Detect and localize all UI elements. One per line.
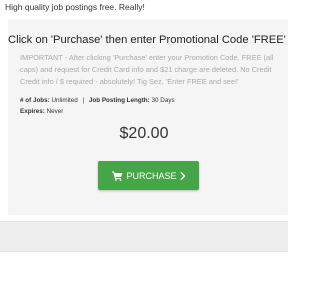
purchase-button[interactable]: PURCHASE [98,161,199,190]
posting-length-value: 30 Days [151,97,175,104]
shopping-cart-icon [112,171,123,181]
expires-label: Expires: [20,108,45,115]
important-notice: IMPORTANT - After clicking 'Purchase' en… [20,53,274,86]
pricing-card: Click on 'Purchase' then enter Promotion… [8,19,288,215]
card-title: Click on 'Purchase' then enter Promotion… [8,34,286,46]
jobs-value: Unlimited [51,97,78,104]
job-meta-line: # of Jobs: Unlimited | Job Posting Lengt… [20,97,175,104]
price: $20.00 [119,125,169,142]
meta-separator: | [82,97,85,104]
footer-strip [0,221,288,252]
tagline: High quality job postings free. Really! [5,2,145,12]
purchase-label: PURCHASE [126,170,177,181]
posting-length-label: Job Posting Length: [88,97,150,104]
chevron-right-icon [179,171,185,180]
expires-line: Expires: Never [20,108,63,115]
jobs-label: # of Jobs: [20,97,50,104]
expires-value: Never [46,108,64,115]
